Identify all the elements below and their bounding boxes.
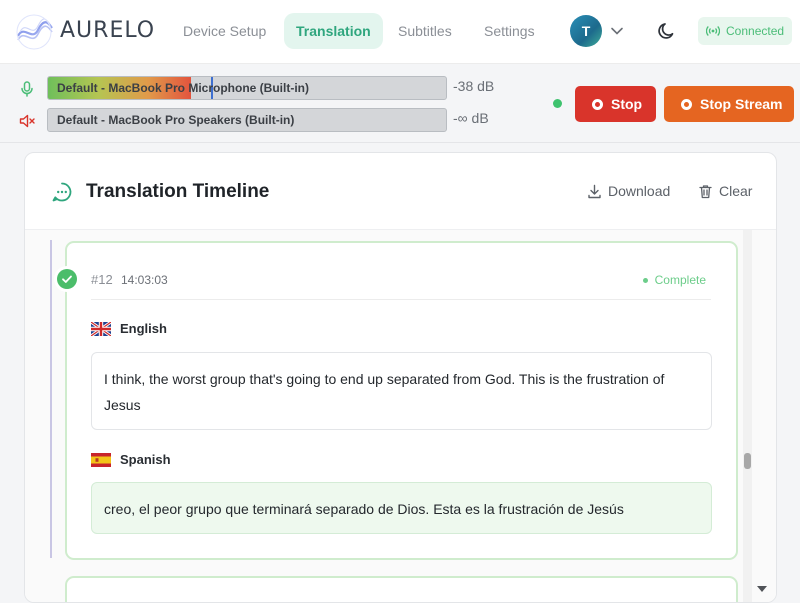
output-db-readout: -∞ dB [453,110,489,126]
entry-time: 14:03:03 [121,273,168,287]
input-db-readout: -38 dB [453,78,495,94]
scroll-down-arrow-icon[interactable] [756,584,768,594]
aurelo-logo [16,14,53,50]
chat-bubble-icon [52,182,72,202]
timeline-entry [65,576,738,602]
spain-flag-icon [91,452,111,467]
download-label: Download [608,183,671,199]
timeline-rail [50,240,52,558]
input-device-name: Default - MacBook Pro Microphone (Built-… [57,81,309,95]
source-language: English [91,321,167,336]
target-language-label: Spanish [120,452,171,467]
entry-divider [91,299,711,300]
scrollbar-thumb[interactable] [744,453,751,469]
clear-button[interactable]: Clear [698,183,752,199]
trash-icon [699,184,712,198]
tab-settings[interactable]: Settings [472,13,547,49]
scrollbar-track[interactable] [743,230,752,602]
panel-title: Translation Timeline [86,181,270,202]
tab-translation[interactable]: Translation [284,13,383,49]
connection-status: Connected [698,17,793,45]
output-level-meter[interactable]: Default - MacBook Pro Speakers (Built-in… [47,108,447,132]
user-avatar[interactable]: T [570,15,602,47]
tab-subtitles[interactable]: Subtitles [386,13,464,49]
clear-label: Clear [719,183,753,199]
status-dot [642,277,648,283]
uk-flag-icon [91,321,111,336]
translated-text: creo, el peor grupo que terminará separa… [91,482,712,534]
source-text: I think, the worst group that's going to… [91,352,712,430]
output-device-name: Default - MacBook Pro Speakers (Built-in… [57,113,295,127]
tab-device-setup[interactable]: Device Setup [171,13,278,49]
record-icon [592,98,603,110]
target-language: Spanish [91,452,171,467]
section-divider [0,142,800,143]
panel-header: Translation Timeline Download Clear [25,153,776,230]
record-icon [681,98,692,110]
download-icon [588,184,601,198]
microphone-icon[interactable] [18,80,36,98]
stream-active-indicator [553,99,562,108]
stop-button[interactable]: Stop [575,86,656,122]
download-button[interactable]: Download [587,183,670,199]
stop-button-label: Stop [611,96,643,112]
connection-status-label: Connected [726,24,785,38]
timeline-content: #12 14:03:03 Complete English I think, t… [25,230,776,602]
moon-icon[interactable] [657,21,677,41]
stop-stream-button-label: Stop Stream [700,96,783,112]
speaker-muted-icon[interactable] [18,112,36,130]
status-label: Complete [654,273,706,287]
chevron-down-icon[interactable] [610,24,624,38]
timeline-entry: #12 14:03:03 Complete English I think, t… [65,241,738,560]
stop-stream-button[interactable]: Stop Stream [664,86,794,122]
check-icon [57,269,77,289]
input-level-meter[interactable]: Default - MacBook Pro Microphone (Built-… [47,76,447,100]
broadcast-icon [706,26,720,36]
source-language-label: English [120,321,167,336]
status-badge: Complete [642,273,706,287]
translation-timeline-panel: Translation Timeline Download Clear #12 … [24,152,777,603]
top-header: AURELO Device Setup Translation Subtitle… [0,0,800,64]
entry-number: #12 [91,272,113,287]
app-name: AURELO [60,18,156,43]
